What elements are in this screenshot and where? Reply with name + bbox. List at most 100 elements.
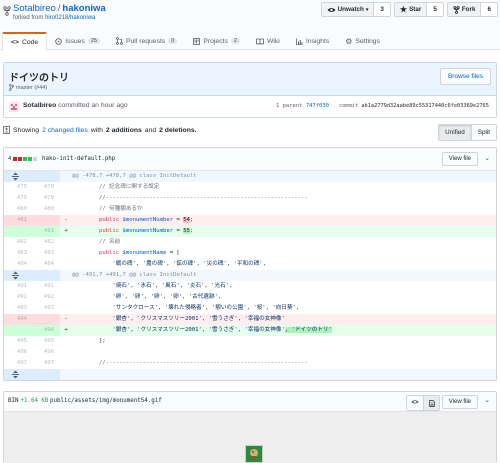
expand-unfold-icon[interactable] (11, 370, 20, 379)
tab-settings[interactable]: ⚙ Settings (337, 32, 388, 50)
diff-sign (60, 248, 72, 259)
diff-sign (60, 358, 72, 369)
repo-owner-link[interactable]: Sotalbireo (13, 3, 56, 14)
diff-line-ctx: 491 491 '焼石', '氷石', '風石', '炎石', '光石', (4, 281, 496, 292)
expand-unfold-icon[interactable] (11, 271, 20, 280)
diff-line-ctx: 495 495 ]; (4, 336, 496, 347)
new-line-number[interactable] (33, 215, 60, 226)
fork-count[interactable]: 6 (481, 3, 497, 16)
expand-unfold-icon[interactable] (11, 172, 20, 181)
file-path-2[interactable]: public/assets/img/monument54.gif (50, 398, 162, 404)
repo-name-link[interactable]: hakoniwa (62, 3, 105, 14)
watch-group: Unwatch ▾ 3 (320, 2, 391, 17)
repo-title: Sotalbireo / hakoniwa (13, 3, 106, 14)
commit-author[interactable]: Sotalbireo (23, 102, 56, 109)
new-line-number[interactable]: 496 (33, 347, 60, 358)
new-line-number[interactable]: 480 (33, 204, 60, 215)
new-line-number[interactable]: 495 (33, 336, 60, 347)
new-line-number[interactable] (33, 171, 60, 182)
old-line-number[interactable]: 494 (4, 314, 33, 325)
new-line-number[interactable]: 481 (33, 226, 60, 237)
star-button[interactable]: ★ Star (394, 3, 428, 16)
old-line-number[interactable]: 497 (4, 358, 33, 369)
tab-insights[interactable]: Insights (288, 32, 337, 50)
unwatch-button[interactable]: Unwatch ▾ (321, 3, 375, 16)
source-view-icon[interactable]: <> (407, 396, 423, 410)
summary-with: with (90, 126, 103, 134)
old-line-number[interactable] (4, 325, 33, 336)
tab-pull-requests[interactable]: Pull requests 0 (108, 32, 185, 50)
old-line-number[interactable]: 495 (4, 336, 33, 347)
diff-sign (60, 237, 72, 248)
forked-from-link[interactable]: hiro0218/hakoniwa (45, 15, 95, 21)
chevron-down-icon[interactable]: ⌄ (484, 396, 490, 404)
old-line-number[interactable]: 481 (4, 215, 33, 226)
unified-button[interactable]: Unified (439, 125, 472, 140)
projects-count-badge: 2 (230, 38, 240, 44)
browse-files-button[interactable]: Browse files (439, 68, 491, 85)
new-line-number[interactable]: 483 (33, 248, 60, 259)
diff-sign (60, 204, 72, 215)
tab-settings-label: Settings (355, 37, 380, 45)
diff-stat-2: BIN +1.64 KB (8, 398, 48, 404)
view-file-button-1[interactable]: View file (441, 152, 478, 166)
new-line-number[interactable]: 491 (33, 281, 60, 292)
old-line-number[interactable] (4, 270, 33, 281)
old-line-number[interactable]: 475 (4, 182, 33, 193)
watch-count[interactable]: 3 (374, 3, 390, 16)
split-button[interactable]: Split (471, 125, 496, 140)
tab-projects[interactable]: Projects 2 (185, 32, 248, 50)
new-line-number[interactable]: 497 (33, 358, 60, 369)
new-line-number[interactable]: 479 (33, 193, 60, 204)
new-line-number[interactable]: 492 (33, 292, 60, 303)
old-line-number[interactable]: 491 (4, 281, 33, 292)
fork-button[interactable]: Fork (447, 3, 482, 16)
commit-parent: 1 parent 747f030 (276, 103, 329, 109)
tab-insights-label: Insights (305, 37, 330, 45)
new-line-number[interactable]: 494 (33, 325, 60, 336)
avatar[interactable] (9, 102, 19, 112)
old-line-number[interactable] (4, 171, 33, 182)
chevron-down-icon[interactable]: ⌄ (484, 154, 490, 162)
diff-sign (60, 303, 72, 314)
old-line-number[interactable]: 493 (4, 303, 33, 314)
new-line-number[interactable]: 493 (33, 303, 60, 314)
old-line-number[interactable]: 496 (4, 347, 33, 358)
star-count[interactable]: 5 (427, 3, 443, 16)
tab-projects-label: Projects (203, 37, 228, 45)
new-line-number[interactable]: 482 (33, 237, 60, 248)
forked-from-text: forked from hiro0218/hakoniwa (13, 15, 95, 21)
unwatch-label: Unwatch (337, 6, 364, 13)
display-mode-buttons: <> (406, 395, 440, 411)
rich-view-icon[interactable] (423, 396, 439, 410)
new-line-number[interactable]: 484 (33, 259, 60, 270)
tab-wiki[interactable]: Wiki (248, 32, 288, 50)
old-line-number[interactable]: 482 (4, 237, 33, 248)
new-line-number[interactable]: 478 (33, 182, 60, 193)
old-line-number[interactable] (4, 226, 33, 237)
old-line-number[interactable]: 484 (4, 259, 33, 270)
deletions-count: 2 deletions. (159, 126, 197, 134)
old-line-number[interactable]: 479 (4, 193, 33, 204)
fork-group: Fork 6 (446, 2, 498, 17)
star-icon: ★ (399, 5, 408, 14)
old-line-number[interactable]: 480 (4, 204, 33, 215)
diff-line-ctx: 480 480 // 何種類あるか (4, 204, 496, 215)
file-path-1[interactable]: hako-init-default.php (42, 156, 115, 162)
book-icon (256, 38, 264, 45)
code-text: '銀杏', 'クリスマスツリー2001', '雪うさぎ', '幸福の女神像' (112, 316, 285, 322)
tab-issues[interactable]: Issues 25 (47, 32, 108, 50)
old-line-number[interactable]: 483 (4, 248, 33, 259)
new-line-number[interactable] (33, 314, 60, 325)
tab-code[interactable]: <> Code (2, 32, 48, 51)
hunk-header-row: @@ -491,7 +491,7 @@ class InitDefault (4, 270, 496, 281)
changed-files-link[interactable]: 2 changed files (42, 127, 88, 134)
branch-name[interactable]: master (#44) (16, 85, 47, 91)
diff-sign (60, 336, 72, 347)
parent-sha-link[interactable]: 747f030 (306, 103, 329, 109)
diff-sign (60, 281, 72, 292)
old-line-number[interactable]: 492 (4, 292, 33, 303)
diff-sign (60, 292, 72, 303)
view-file-button-2[interactable]: View file (441, 395, 478, 409)
new-line-number[interactable] (33, 270, 60, 281)
